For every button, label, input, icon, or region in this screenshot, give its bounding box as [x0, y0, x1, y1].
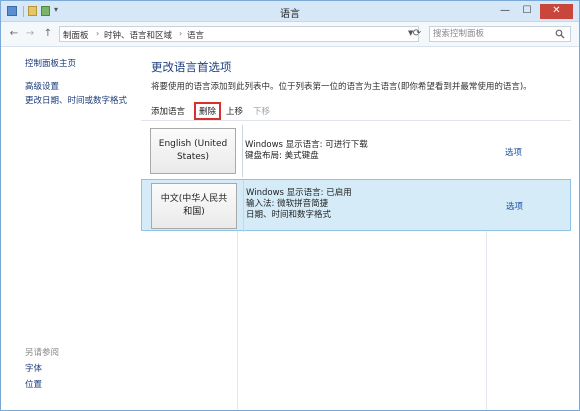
display-language-status: Windows 显示语言: 已启用 — [246, 188, 352, 198]
move-down-button[interactable]: 下移 — [253, 105, 270, 117]
forward-arrow-icon[interactable]: → — [23, 27, 37, 41]
language-name-line1: English (United — [158, 139, 228, 149]
row-divider — [243, 180, 244, 232]
breadcrumb[interactable]: 制面板 › 时钟、语言和区域 › 语言 ▼ — [59, 26, 419, 42]
maximize-icon[interactable]: ☐ — [517, 4, 537, 19]
language-name-line1: 中文(中华人民共 — [160, 194, 228, 204]
column-divider — [237, 231, 238, 410]
left-navigation: 控制面板主页 高级设置 更改日期、时间或数字格式 另请参阅 字体 位置 — [1, 47, 139, 410]
close-icon[interactable]: ✕ — [540, 4, 573, 19]
page-description: 将要使用的语言添加到此列表中。位于列表第一位的语言为主语言(即你希望看到并最常使… — [151, 82, 532, 92]
search-input[interactable] — [433, 28, 551, 40]
keyboard-layout: 键盘布局: 美式键盘 — [245, 151, 319, 161]
language-tile[interactable]: English (United States) — [150, 128, 236, 174]
nav-advanced-settings[interactable]: 高级设置 — [25, 80, 59, 92]
nav-location[interactable]: 位置 — [25, 378, 42, 390]
language-toolbar: 添加语言 删除 上移 下移 — [141, 99, 571, 121]
breadcrumb-control-panel[interactable]: 制面板 — [63, 29, 89, 41]
add-language-button[interactable]: 添加语言 — [151, 105, 185, 117]
search-box[interactable] — [429, 26, 571, 42]
language-info: Windows 显示语言: 已启用 输入法: 微软拼音简捷 日期、时间和数字格式 — [246, 188, 352, 221]
breadcrumb-language[interactable]: 语言 — [187, 29, 204, 41]
nav-fonts[interactable]: 字体 — [25, 362, 42, 374]
search-icon[interactable] — [555, 29, 565, 39]
nav-change-date-time[interactable]: 更改日期、时间或数字格式 — [25, 94, 127, 106]
control-panel-window: ▾ 语言 — ☐ ✕ ← → ↑ 制面板 › 时钟、语言和区域 › 语言 ▼ ⟳… — [0, 0, 580, 411]
remove-button[interactable]: 删除 — [194, 102, 222, 120]
page-title: 更改语言首选项 — [151, 60, 232, 74]
language-name-line2: 和国) — [183, 207, 205, 217]
language-tile[interactable]: 中文(中华人民共 和国) — [151, 183, 237, 229]
see-also-label: 另请参阅 — [25, 348, 60, 358]
minimize-icon[interactable]: — — [495, 4, 515, 19]
breadcrumb-clock-language-region[interactable]: 时钟、语言和区域 — [104, 29, 172, 41]
address-bar: ← → ↑ 制面板 › 时钟、语言和区域 › 语言 ▼ ⟳ — [1, 22, 579, 47]
up-arrow-icon[interactable]: ↑ — [41, 27, 55, 41]
window-title: 语言 — [280, 9, 300, 20]
nav-control-panel-home[interactable]: 控制面板主页 — [25, 57, 76, 69]
refresh-icon[interactable]: ⟳ — [410, 27, 424, 41]
language-info: Windows 显示语言: 可进行下载 键盘布局: 美式键盘 — [245, 140, 368, 162]
options-link[interactable]: 选项 — [505, 146, 522, 158]
display-language-status: Windows 显示语言: 可进行下载 — [245, 140, 368, 150]
language-name-line2: States) — [176, 152, 209, 162]
breadcrumb-arrow-icon[interactable]: › — [179, 29, 182, 38]
move-up-button[interactable]: 上移 — [226, 105, 243, 117]
title-bar: ▾ 语言 — ☐ ✕ — [1, 1, 579, 22]
options-link[interactable]: 选项 — [506, 200, 523, 212]
language-row-english[interactable]: English (United States) Windows 显示语言: 可进… — [141, 125, 571, 177]
input-method: 输入法: 微软拼音简捷 — [246, 199, 329, 209]
language-row-chinese[interactable]: 中文(中华人民共 和国) Windows 显示语言: 已启用 输入法: 微软拼音… — [141, 179, 571, 232]
back-arrow-icon[interactable]: ← — [7, 27, 21, 41]
breadcrumb-arrow-icon[interactable]: › — [96, 29, 99, 38]
column-divider — [486, 231, 487, 410]
date-time-number-format: 日期、时间和数字格式 — [246, 210, 332, 220]
row-divider — [242, 125, 243, 177]
